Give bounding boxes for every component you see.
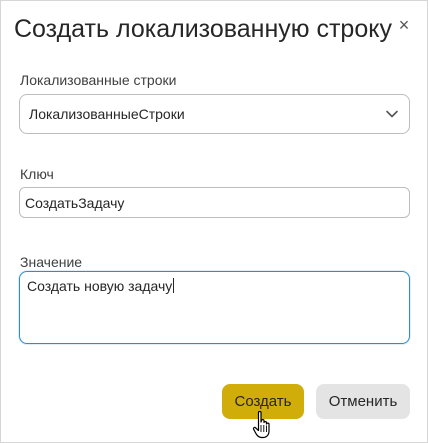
value-textarea[interactable]: Создать новую задачу <box>19 271 410 344</box>
key-label: Ключ <box>20 166 54 182</box>
hand-pointer-cursor-icon <box>252 410 270 439</box>
value-textarea-text: Создать новую задачу <box>27 278 175 294</box>
localized-strings-select[interactable]: ЛокализованныеСтроки <box>19 94 410 134</box>
chevron-down-icon <box>386 110 398 118</box>
create-localized-string-dialog: Создать локализованную строку × Локализо… <box>0 0 428 443</box>
cancel-button[interactable]: Отменить <box>316 384 410 419</box>
localized-strings-label: Локализованные строки <box>20 72 177 88</box>
dialog-title: Создать локализованную строку <box>14 15 392 43</box>
localized-strings-selected-value: ЛокализованныеСтроки <box>29 106 185 122</box>
key-input[interactable]: СоздатьЗадачу <box>19 187 410 218</box>
close-icon[interactable]: × <box>397 16 411 34</box>
key-input-value: СоздатьЗадачу <box>25 195 125 211</box>
text-caret <box>173 278 175 293</box>
value-label: Значение <box>20 254 83 270</box>
value-text: Создать новую задачу <box>27 278 173 294</box>
